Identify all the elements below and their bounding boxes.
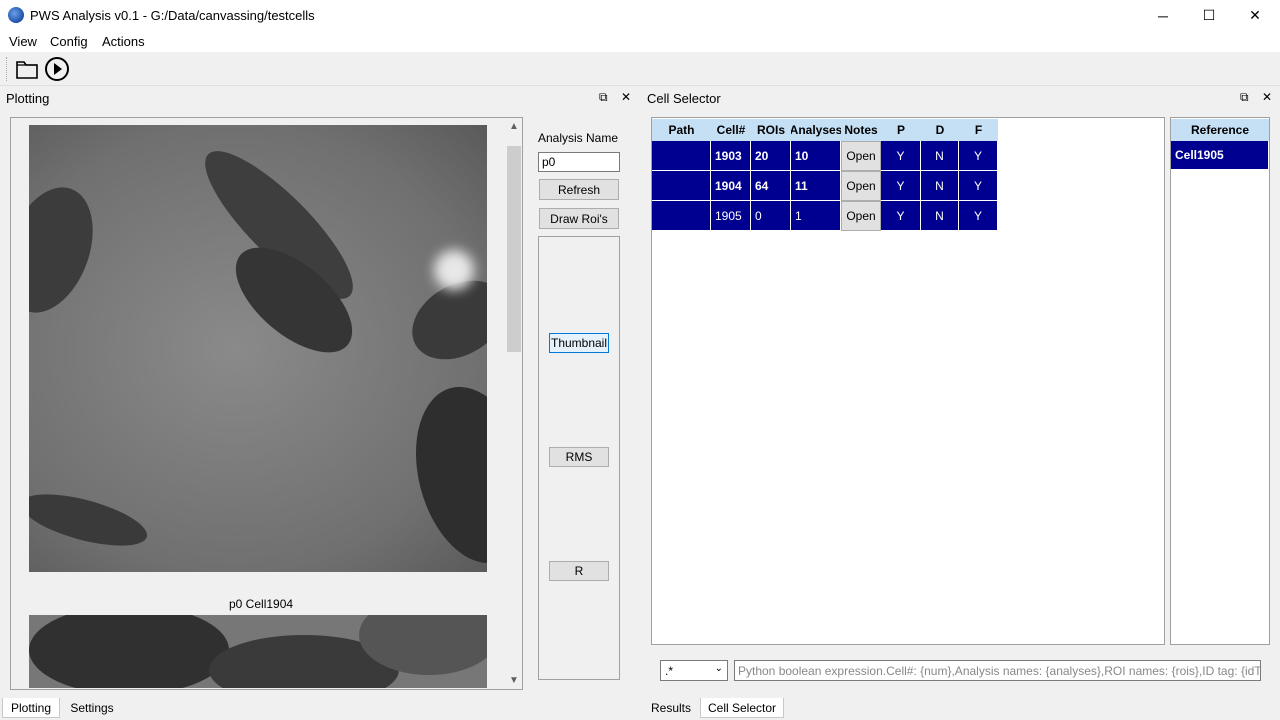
table-cell-d[interactable]: N bbox=[921, 201, 959, 231]
table-cell-d[interactable]: N bbox=[921, 141, 959, 171]
table-cell-rois[interactable]: 0 bbox=[751, 201, 791, 231]
analysis-name-label: Analysis Name bbox=[538, 131, 619, 145]
plotting-dock-title: Plotting bbox=[6, 91, 50, 106]
menu-config[interactable]: Config bbox=[50, 34, 88, 49]
scroll-down-icon[interactable]: ▼ bbox=[509, 675, 519, 686]
cell-selector-float-icon[interactable]: ⧉ bbox=[1240, 90, 1249, 105]
cell-selector-dock-title: Cell Selector bbox=[647, 91, 721, 106]
dock-splitter[interactable] bbox=[638, 86, 642, 720]
reference-cell[interactable]: Cell1905 bbox=[1171, 141, 1269, 170]
open-notes-button[interactable]: Open bbox=[841, 201, 881, 231]
table-cell-analyses[interactable]: 10 bbox=[791, 141, 841, 171]
column-header-notes[interactable]: Notes bbox=[841, 119, 881, 141]
column-header-analyses[interactable]: Analyses bbox=[791, 119, 841, 141]
table-cell-rois[interactable]: 64 bbox=[751, 171, 791, 201]
table-cell-path[interactable] bbox=[652, 201, 711, 231]
cell-selector-close-icon[interactable]: ✕ bbox=[1262, 90, 1272, 104]
table-cell-d[interactable]: N bbox=[921, 171, 959, 201]
table-cell-analyses[interactable]: 11 bbox=[791, 171, 841, 201]
tab-cell-selector[interactable]: Cell Selector bbox=[700, 698, 784, 718]
column-header-f[interactable]: F bbox=[959, 119, 998, 141]
table-cell-path[interactable] bbox=[652, 141, 711, 171]
plotting-close-icon[interactable]: ✕ bbox=[621, 90, 631, 104]
column-header-rois[interactable]: ROIs bbox=[751, 119, 791, 141]
table-cell-f[interactable]: Y bbox=[959, 201, 998, 231]
table-cell-p[interactable]: Y bbox=[881, 141, 921, 171]
filter-regex-select[interactable]: .* ⌄ bbox=[660, 660, 728, 681]
table-cell-f[interactable]: Y bbox=[959, 171, 998, 201]
column-header-path[interactable]: Path bbox=[652, 119, 711, 141]
open-notes-button[interactable]: Open bbox=[841, 171, 881, 201]
app-logo-icon bbox=[8, 7, 24, 23]
plotting-float-icon[interactable]: ⧉ bbox=[599, 90, 608, 105]
table-cell-f[interactable]: Y bbox=[959, 141, 998, 171]
table-cell-rois[interactable]: 20 bbox=[751, 141, 791, 171]
open-notes-button[interactable]: Open bbox=[841, 141, 881, 171]
tab-plotting[interactable]: Plotting bbox=[2, 698, 60, 718]
tab-results[interactable]: Results bbox=[644, 698, 698, 718]
column-header-cell[interactable]: Cell# bbox=[711, 119, 751, 141]
table-cell-number[interactable]: 1905 bbox=[711, 201, 751, 231]
analysis-name-input[interactable]: p0 bbox=[538, 152, 620, 172]
cell-image-thumbnail bbox=[29, 125, 487, 572]
column-header-d[interactable]: D bbox=[921, 119, 959, 141]
refresh-button[interactable]: Refresh bbox=[539, 179, 619, 200]
thumbnail-button[interactable]: Thumbnail bbox=[549, 333, 609, 353]
close-button[interactable]: ✕ bbox=[1232, 0, 1278, 31]
plot-caption: p0 Cell1904 bbox=[229, 597, 294, 611]
table-cell-number[interactable]: 1904 bbox=[711, 171, 751, 201]
maximize-button[interactable]: ☐ bbox=[1186, 0, 1232, 31]
filter-expression-input[interactable]: Python boolean expression.Cell#: {num},A… bbox=[734, 660, 1261, 681]
scroll-up-icon[interactable]: ▲ bbox=[509, 121, 519, 132]
column-header-reference[interactable]: Reference bbox=[1171, 119, 1269, 141]
window-title: PWS Analysis v0.1 - G:/Data/canvassing/t… bbox=[30, 8, 315, 23]
table-cell-path[interactable] bbox=[652, 171, 711, 201]
reference-table[interactable] bbox=[1170, 117, 1270, 645]
toolbar-grip bbox=[6, 57, 8, 81]
menu-actions[interactable]: Actions bbox=[102, 34, 145, 49]
table-cell-p[interactable]: Y bbox=[881, 171, 921, 201]
tab-settings[interactable]: Settings bbox=[62, 698, 122, 718]
menu-view[interactable]: View bbox=[9, 34, 37, 49]
table-cell-p[interactable]: Y bbox=[881, 201, 921, 231]
menu-bar bbox=[0, 31, 1280, 52]
cell-image-rms bbox=[29, 615, 487, 688]
table-cell-analyses[interactable]: 1 bbox=[791, 201, 841, 231]
minimize-button[interactable]: ─ bbox=[1140, 0, 1186, 31]
folder-icon[interactable] bbox=[14, 56, 40, 82]
plot-scrollbar-thumb[interactable] bbox=[507, 146, 521, 352]
column-header-p[interactable]: P bbox=[881, 119, 921, 141]
filter-regex-value: .* bbox=[665, 664, 674, 678]
draw-rois-button[interactable]: Draw Roi's bbox=[539, 208, 619, 229]
toolbar bbox=[0, 52, 1280, 86]
rms-button[interactable]: RMS bbox=[549, 447, 609, 467]
table-cell-number[interactable]: 1903 bbox=[711, 141, 751, 171]
play-circle-icon[interactable] bbox=[44, 56, 70, 82]
chevron-down-icon: ⌄ bbox=[714, 663, 723, 674]
r-button[interactable]: R bbox=[549, 561, 609, 581]
